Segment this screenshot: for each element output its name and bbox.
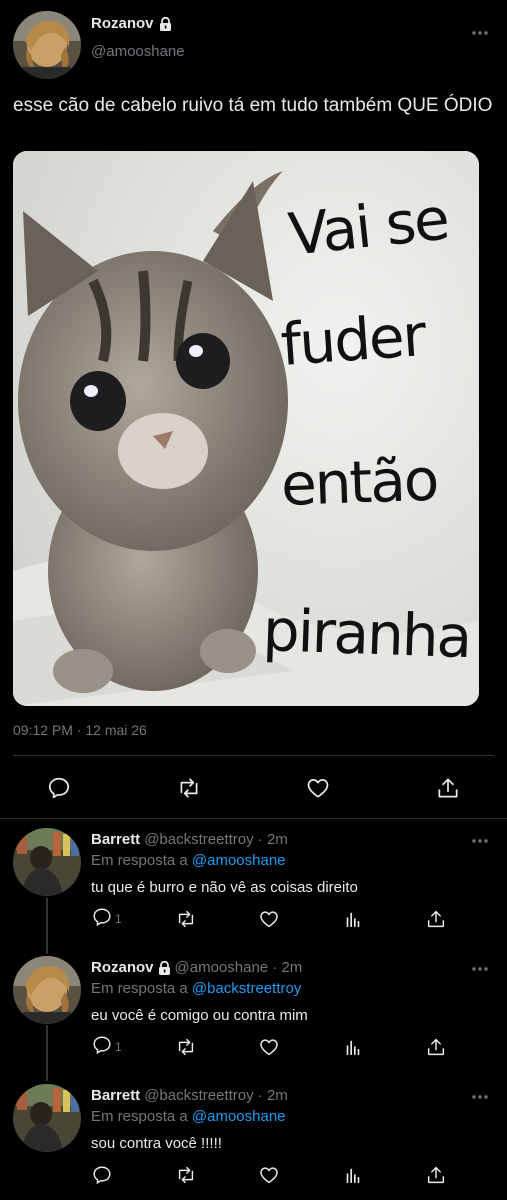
handle-and-time[interactable]: @backstreettroy · 2m bbox=[144, 831, 288, 848]
replying-to: Em resposta a @amooshane bbox=[91, 1108, 286, 1125]
avatar[interactable] bbox=[13, 1084, 81, 1152]
tweet-text: esse cão de cabelo ruivo tá em tudo tamb… bbox=[13, 95, 493, 116]
divider bbox=[13, 755, 494, 756]
reply-text: tu que é burro e não vê as coisas direit… bbox=[91, 879, 358, 896]
like-icon[interactable] bbox=[258, 1036, 280, 1058]
avatar[interactable] bbox=[13, 11, 81, 79]
reply-header: Rozanov @amooshane · 2m bbox=[91, 959, 302, 976]
replying-to-prefix: Em resposta a bbox=[91, 1108, 192, 1125]
share-icon[interactable] bbox=[425, 1036, 447, 1058]
reply-actions: 1 bbox=[91, 906, 451, 933]
analytics-icon[interactable] bbox=[342, 1036, 364, 1058]
analytics-icon[interactable] bbox=[342, 908, 364, 930]
tweet-image[interactable]: Vai se fuder então piranha bbox=[13, 151, 479, 706]
replying-to-prefix: Em resposta a bbox=[91, 852, 192, 869]
avatar[interactable] bbox=[13, 956, 81, 1024]
reply-icon[interactable] bbox=[91, 1034, 113, 1061]
replying-to: Em resposta a @amooshane bbox=[91, 852, 286, 869]
share-icon[interactable] bbox=[425, 908, 447, 930]
replying-to-link[interactable]: @backstreettroy bbox=[192, 980, 301, 997]
like-icon[interactable] bbox=[305, 775, 331, 801]
meme-text-line: piranha bbox=[261, 596, 472, 672]
reply-icon[interactable] bbox=[91, 906, 113, 933]
reply-header: Barrett @backstreettroy · 2m bbox=[91, 831, 288, 848]
display-name[interactable]: Barrett bbox=[91, 831, 140, 848]
replying-to: Em resposta a @backstreettroy bbox=[91, 980, 301, 997]
more-options-icon[interactable] bbox=[468, 28, 492, 38]
meme-text-line: fuder bbox=[278, 301, 427, 379]
avatar[interactable] bbox=[13, 828, 81, 896]
like-icon[interactable] bbox=[258, 1164, 280, 1186]
handle-and-time[interactable]: @backstreettroy · 2m bbox=[144, 1087, 288, 1104]
more-options-icon[interactable] bbox=[468, 964, 492, 974]
retweet-icon[interactable] bbox=[175, 908, 197, 930]
reply-tweet[interactable]: Barrett @backstreettroy · 2m Em resposta… bbox=[0, 1084, 507, 1200]
reply-actions bbox=[91, 1164, 451, 1186]
display-name[interactable]: Rozanov bbox=[91, 15, 154, 32]
display-name[interactable]: Barrett bbox=[91, 1087, 140, 1104]
replying-to-prefix: Em resposta a bbox=[91, 980, 192, 997]
lock-icon bbox=[159, 16, 172, 31]
reply-text: eu você é comigo ou contra mim bbox=[91, 1007, 308, 1024]
retweet-icon[interactable] bbox=[175, 1164, 197, 1186]
reply-tweet[interactable]: Rozanov @amooshane · 2m Em resposta a @b… bbox=[0, 956, 507, 1076]
handle[interactable]: @amooshane bbox=[91, 43, 185, 60]
display-name[interactable]: Rozanov bbox=[91, 959, 154, 976]
more-options-icon[interactable] bbox=[468, 1092, 492, 1102]
reply-tweet[interactable]: Barrett @backstreettroy · 2m Em resposta… bbox=[0, 828, 507, 948]
reply-count: 1 bbox=[115, 912, 122, 926]
reply-icon[interactable] bbox=[91, 1164, 113, 1186]
lock-icon bbox=[158, 960, 171, 975]
divider bbox=[0, 818, 507, 819]
analytics-icon[interactable] bbox=[342, 1164, 364, 1186]
meme-text-line: então bbox=[279, 445, 439, 519]
share-icon[interactable] bbox=[435, 775, 461, 801]
reply-button[interactable]: 1 bbox=[91, 1034, 122, 1061]
tweet-actions bbox=[0, 770, 507, 810]
retweet-icon[interactable] bbox=[175, 1036, 197, 1058]
reply-text: sou contra você !!!!! bbox=[91, 1135, 222, 1152]
handle-and-time[interactable]: @amooshane · 2m bbox=[175, 959, 303, 976]
retweet-icon[interactable] bbox=[176, 775, 202, 801]
like-icon[interactable] bbox=[258, 908, 280, 930]
reply-header: Barrett @backstreettroy · 2m bbox=[91, 1087, 288, 1104]
author-row: Rozanov bbox=[91, 15, 172, 32]
tweet-timestamp[interactable]: 09:12 PM · 12 mai 26 bbox=[13, 722, 147, 738]
replying-to-link[interactable]: @amooshane bbox=[192, 1108, 286, 1125]
reply-icon[interactable] bbox=[46, 775, 72, 801]
reply-count: 1 bbox=[115, 1040, 122, 1054]
more-options-icon[interactable] bbox=[468, 836, 492, 846]
reply-button[interactable]: 1 bbox=[91, 906, 122, 933]
reply-actions: 1 bbox=[91, 1034, 451, 1061]
replying-to-link[interactable]: @amooshane bbox=[192, 852, 286, 869]
share-icon[interactable] bbox=[425, 1164, 447, 1186]
